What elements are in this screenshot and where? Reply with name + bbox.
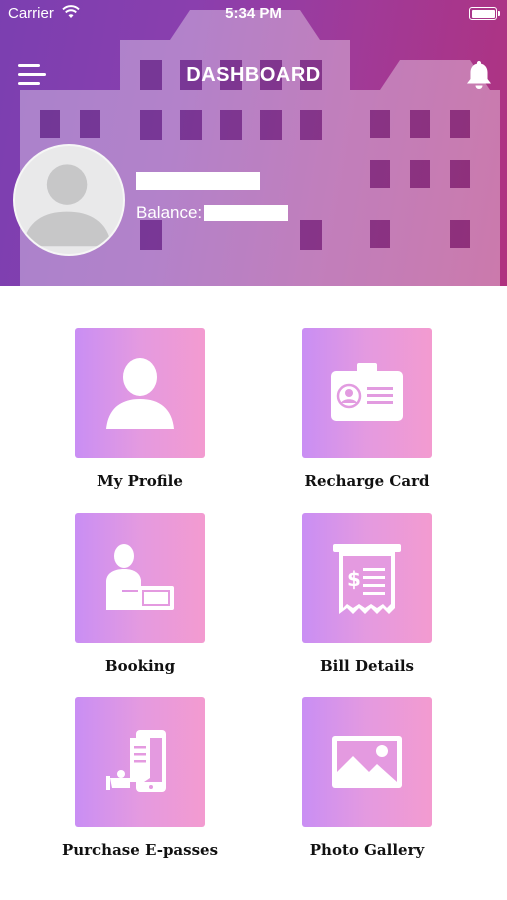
tile-bill-details[interactable]: $ Bill Details: [277, 513, 457, 675]
bill-receipt-icon: $: [333, 544, 401, 614]
tile-booking[interactable]: Booking: [50, 513, 230, 675]
tile-my-profile[interactable]: My Profile: [50, 328, 230, 490]
tile-purchase-e-passes[interactable]: Purchase E-passes: [50, 697, 230, 859]
page-title: DASHBOARD: [186, 64, 321, 86]
dashboard-header: Carrier 5:34 PM DASHBOARD Balance:: [0, 0, 507, 286]
notification-bell-icon[interactable]: [465, 59, 493, 91]
profile-icon: [106, 358, 174, 429]
tile-label: Recharge Card: [304, 472, 430, 490]
tile-label: Purchase E-passes: [61, 841, 219, 859]
user-avatar[interactable]: [13, 144, 125, 256]
balance-row: Balance:: [136, 203, 289, 223]
tile-photo-gallery[interactable]: Photo Gallery: [277, 697, 457, 859]
tile-label: My Profile: [97, 472, 183, 490]
e-pass-phone-icon: [106, 730, 166, 792]
status-bar: Carrier 5:34 PM: [0, 0, 507, 28]
tile-icon-box: [75, 697, 205, 827]
booking-icon: [106, 544, 174, 610]
gallery-image-icon: [332, 736, 402, 788]
tile-icon-box: [302, 697, 432, 827]
battery-icon: [469, 7, 500, 20]
tile-icon-box: $: [302, 513, 432, 643]
tile-icon-box: [75, 328, 205, 458]
tile-label: Booking: [104, 657, 176, 675]
avatar-placeholder-icon: [22, 164, 112, 247]
tile-icon-box: [75, 513, 205, 643]
tile-icon-box: [302, 328, 432, 458]
balance-value: [204, 205, 289, 221]
tile-label: Photo Gallery: [309, 841, 425, 859]
svg-text:$: $: [347, 567, 361, 591]
status-time: 5:34 PM: [225, 5, 282, 22]
tile-label: Bill Details: [319, 657, 415, 675]
id-card-icon: [331, 363, 403, 421]
tile-recharge-card[interactable]: Recharge Card: [277, 328, 457, 490]
user-name: [136, 172, 260, 190]
balance-label: Balance:: [136, 203, 203, 222]
